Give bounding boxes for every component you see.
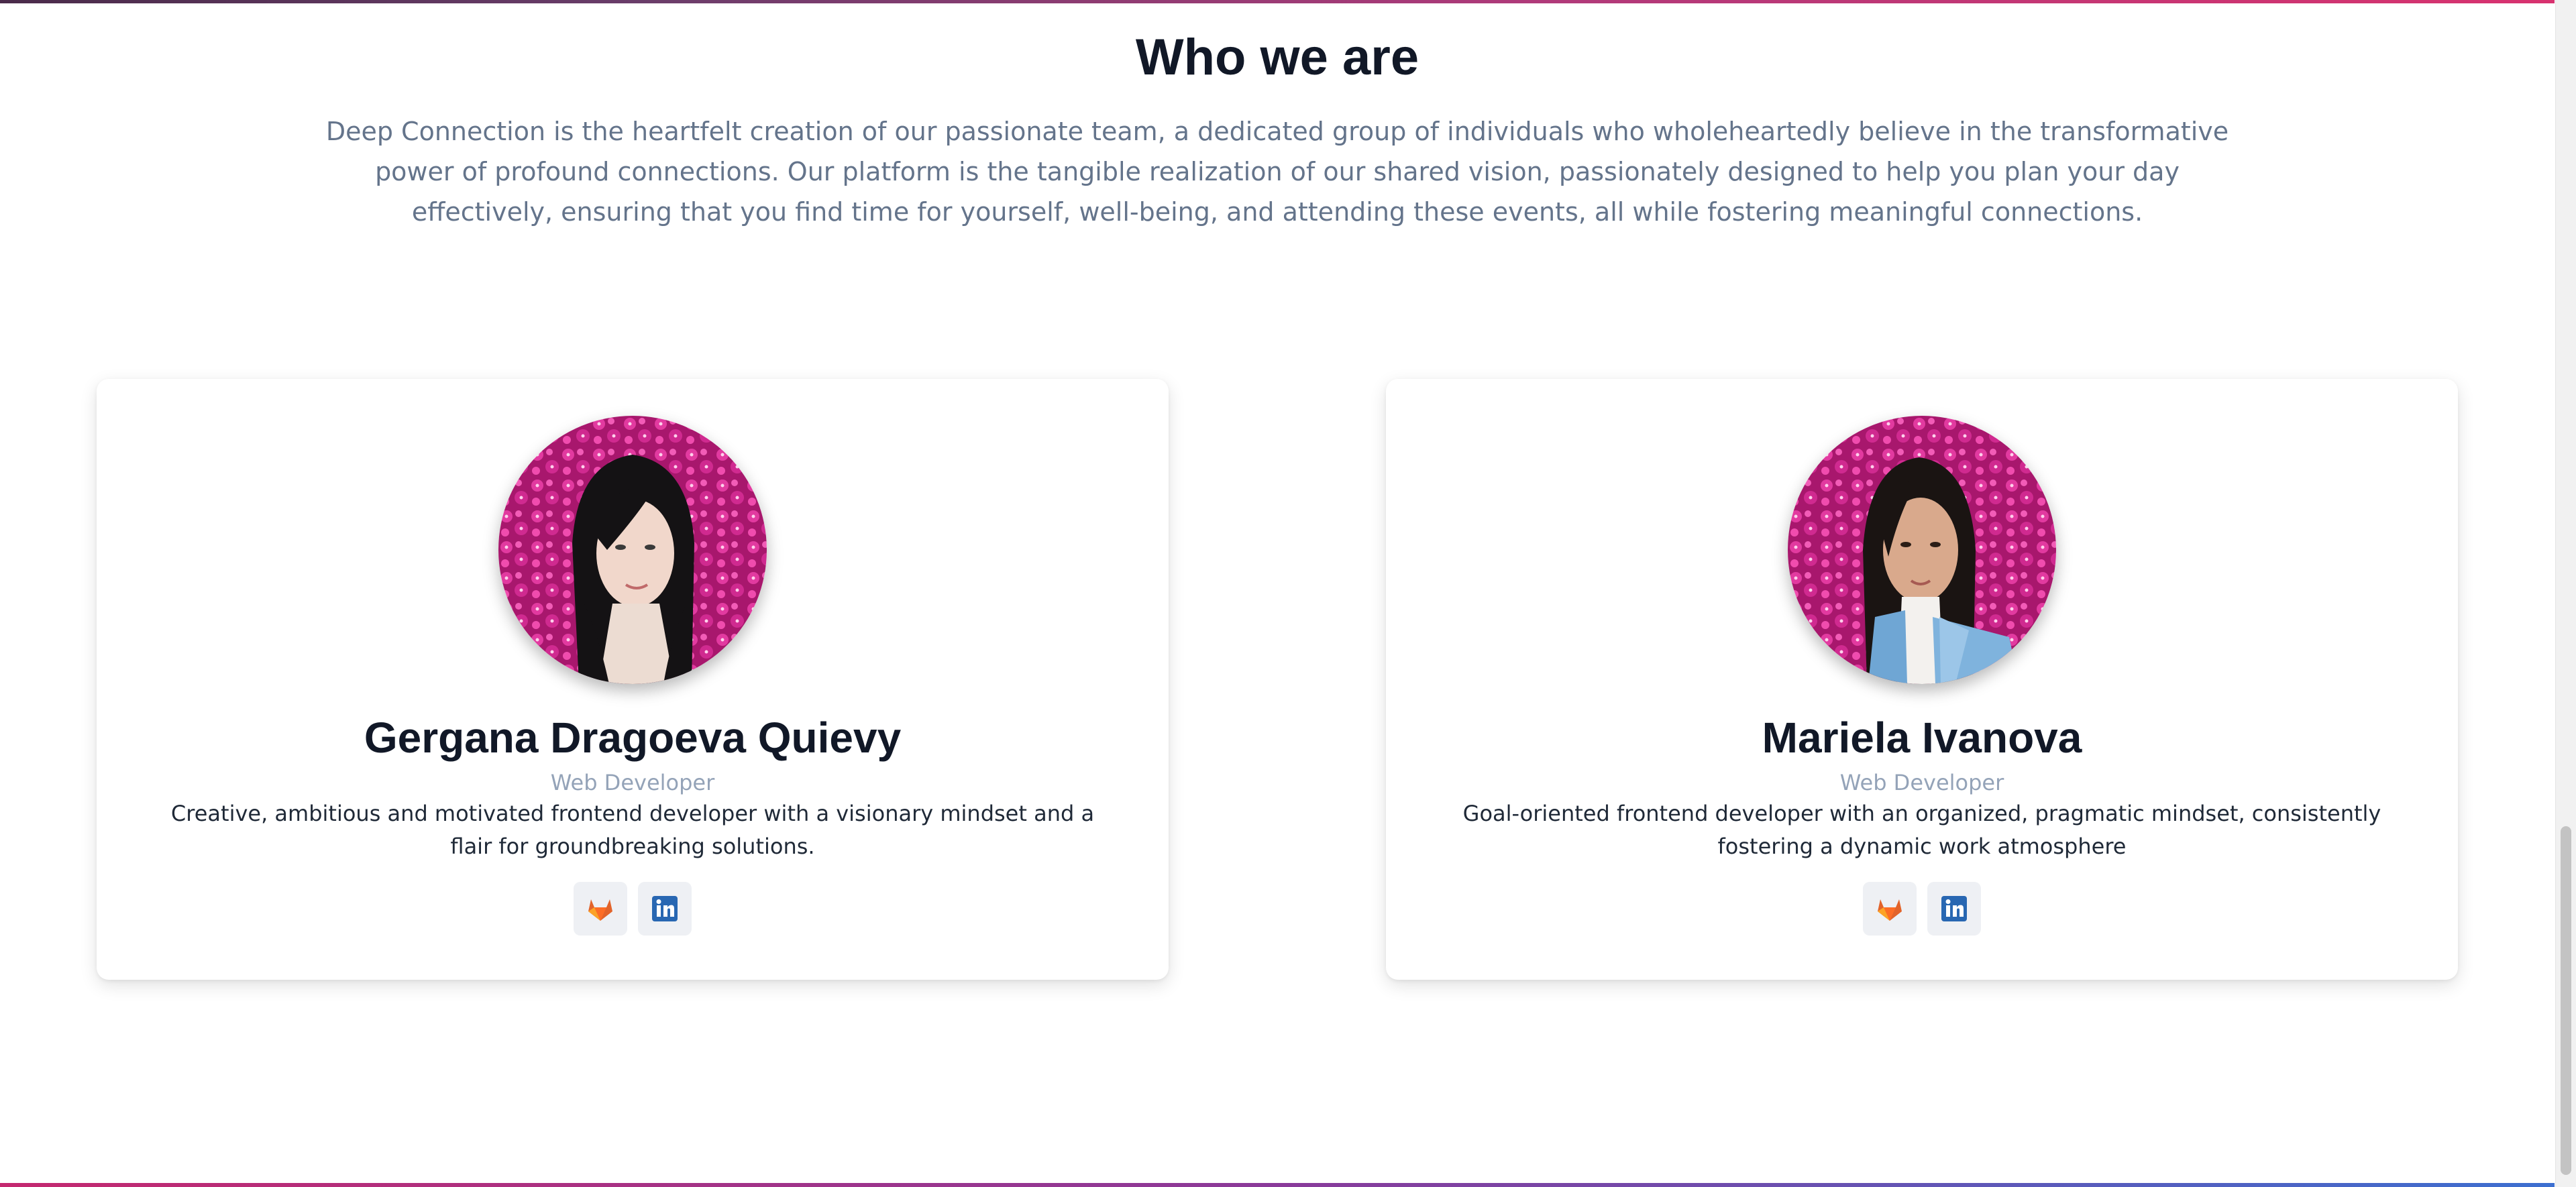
avatar xyxy=(1788,416,2056,684)
avatar-photo xyxy=(1788,416,2056,684)
page-scrollbar[interactable] xyxy=(2555,0,2576,1187)
team-member-card: Gergana Dragoeva Quievy Web Developer Cr… xyxy=(97,379,1169,980)
linkedin-icon xyxy=(1941,896,1967,921)
gitlab-icon xyxy=(588,899,612,921)
member-name: Gergana Dragoeva Quievy xyxy=(364,714,902,762)
gitlab-link[interactable] xyxy=(1863,882,1917,936)
team-member-card: Mariela Ivanova Web Developer Goal-orien… xyxy=(1386,379,2458,980)
linkedin-link[interactable] xyxy=(638,882,692,936)
bottom-accent-bar xyxy=(0,1183,2555,1187)
avatar xyxy=(498,416,767,684)
linkedin-link[interactable] xyxy=(1927,882,1981,936)
linkedin-icon xyxy=(652,896,678,921)
member-bio: Goal-oriented frontend developer with an… xyxy=(1462,801,2381,859)
member-role: Web Developer xyxy=(550,770,715,795)
section-title: Who we are xyxy=(1135,29,1419,86)
member-name: Mariela Ivanova xyxy=(1762,714,2082,762)
social-links xyxy=(1386,882,2458,937)
gitlab-link[interactable] xyxy=(574,882,627,936)
section-intro: Deep Connection is the heartfelt creatio… xyxy=(325,117,2229,227)
gitlab-icon xyxy=(1878,899,1902,921)
avatar-photo xyxy=(498,416,767,684)
top-accent-bar xyxy=(0,0,2555,3)
member-bio: Creative, ambitious and motivated fronte… xyxy=(170,801,1095,859)
scrollbar-thumb[interactable] xyxy=(2561,826,2571,1175)
member-role: Web Developer xyxy=(1839,770,2004,795)
social-links xyxy=(97,882,1169,937)
page: Who we are Deep Connection is the heartf… xyxy=(0,0,2576,1187)
